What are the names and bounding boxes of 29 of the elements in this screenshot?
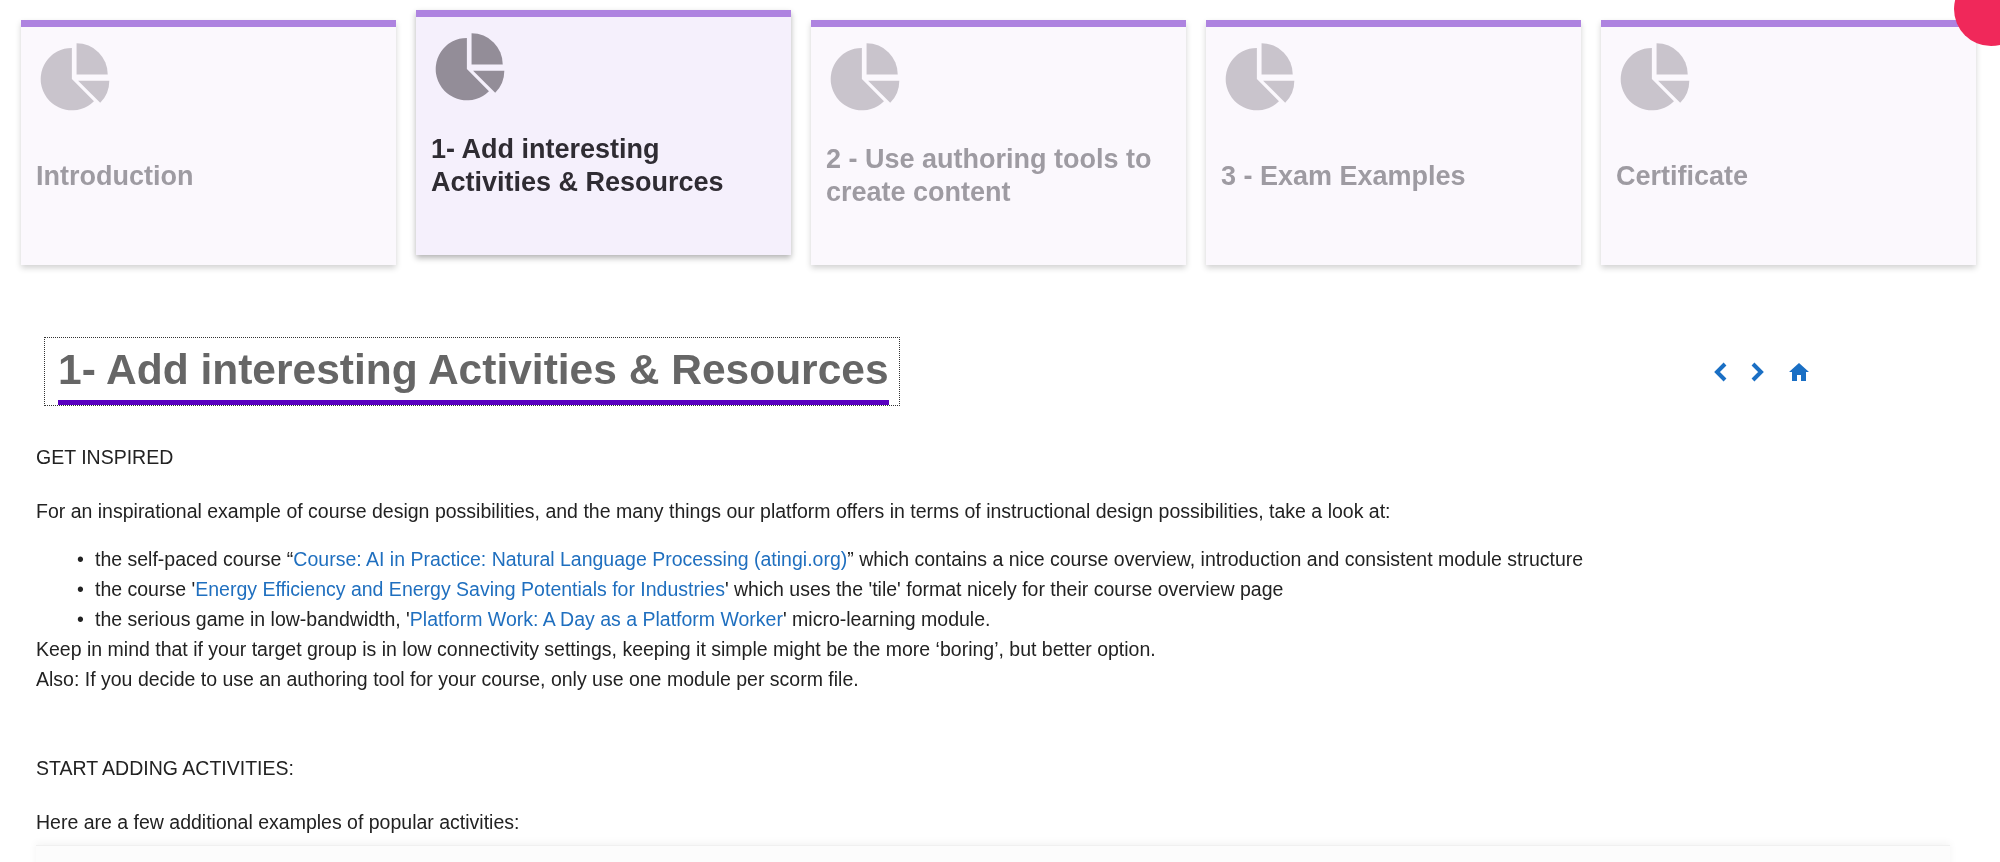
tile-title: Certificate: [1616, 159, 1749, 193]
course-link[interactable]: Energy Efficiency and Energy Saving Potentials for Industries: [195, 578, 725, 600]
next-chevron-icon[interactable]: [1750, 361, 1764, 382]
course-tile[interactable]: Introduction: [21, 20, 396, 265]
course-tile[interactable]: Certificate: [1601, 20, 1976, 265]
list-bullet: •: [77, 607, 85, 632]
tile-title: 2 - Use authoring tools to create content: [826, 143, 1153, 209]
paragraph: Here are a few additional examples of popular activities:: [36, 810, 521, 835]
list-bullet: •: [77, 577, 85, 602]
paragraph: Also: If you decide to use an authoring tool for your course, only use one module per scorm file.: [36, 667, 860, 692]
course-tile[interactable]: 1- Add interesting Activities & Resources: [416, 10, 791, 255]
list-item-text: the serious game in low-bandwidth, 'Platform Work: A Day as a Platform Worker' micro-learning module.: [95, 607, 991, 632]
paragraph: For an inspirational example of course design possibilities, and the many things our platform offers in terms of instructional design possibilities, take a look at:: [36, 499, 1392, 524]
list-item-text: the self-paced course “Course: AI in Practice: Natural Language Processing (atingi.org)” which contains a nice course overview, introduction and consistent module structure: [95, 547, 1584, 572]
previous-chevron-icon[interactable]: [1714, 361, 1728, 382]
course-tile[interactable]: 3 - Exam Examples: [1206, 20, 1581, 265]
course-tile[interactable]: 2 - Use authoring tools to create content: [811, 20, 1186, 265]
tile-title: 1- Add interesting Activities & Resources: [431, 133, 725, 199]
page-heading: 1- Add interesting Activities & Resources: [58, 342, 889, 405]
paragraph: GET INSPIRED: [36, 445, 175, 470]
list-bullet: •: [77, 547, 85, 572]
home-icon[interactable]: [1788, 361, 1810, 382]
tile-title: Introduction: [36, 159, 194, 193]
list-item-text: the course 'Energy Efficiency and Energy Saving Potentials for Industries' which uses the 'tile' format nicely for their course overview page: [95, 577, 1284, 602]
course-link[interactable]: Platform Work: A Day as a Platform Worker: [409, 608, 783, 630]
course-link[interactable]: Course: AI in Practice: Natural Language Processing (atingi.org): [293, 548, 848, 570]
tile-title: 3 - Exam Examples: [1221, 159, 1466, 193]
paragraph: Keep in mind that if your target group is in low connectivity settings, keeping it simple might be the more ‘boring’, but better option.: [36, 637, 1157, 662]
paragraph: START ADDING ACTIVITIES:: [36, 756, 295, 781]
